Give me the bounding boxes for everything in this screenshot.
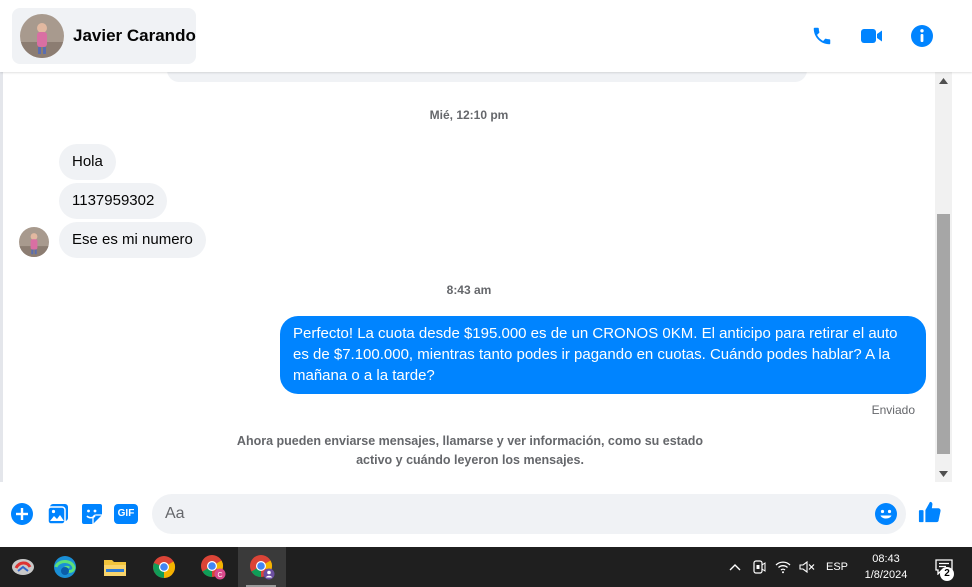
svg-text:C: C — [217, 572, 222, 579]
phone-icon[interactable] — [810, 24, 834, 48]
gallery-icon[interactable] — [46, 502, 70, 526]
message-thread[interactable]: Mié, 12:10 pm Hola 1137959302 Ese es mi … — [3, 72, 935, 482]
edge-browser-icon[interactable] — [42, 547, 88, 587]
incoming-message[interactable]: 1137959302 — [59, 183, 168, 219]
start-menu-icon[interactable] — [0, 547, 46, 587]
gif-icon[interactable]: GIF — [114, 502, 138, 526]
like-icon[interactable] — [918, 500, 942, 524]
contact-avatar-small[interactable] — [19, 227, 49, 257]
timestamp: Mié, 12:10 pm — [429, 108, 509, 122]
outgoing-message[interactable]: Perfecto! La cuota desde $195.000 es de … — [280, 316, 926, 394]
sent-status: Enviado — [871, 403, 915, 417]
timestamp: 8:43 am — [446, 283, 492, 297]
right-gutter — [952, 72, 972, 547]
meet-now-icon[interactable] — [748, 547, 770, 587]
chat-header: Javier Carando — [0, 0, 972, 72]
scroll-down-arrow-icon[interactable] — [935, 465, 952, 482]
emoji-icon[interactable] — [874, 502, 898, 526]
language-indicator[interactable]: ESP — [822, 547, 852, 587]
clock-time: 08:43 — [872, 553, 900, 565]
previous-message-bubble — [167, 72, 807, 82]
plus-icon[interactable] — [10, 502, 34, 526]
message-input[interactable] — [152, 494, 872, 534]
windows-taskbar: C ESP 08:43 1/8/2024 2 — [0, 547, 972, 587]
gif-label: GIF — [117, 508, 135, 519]
message-input-wrapper — [152, 494, 906, 534]
incoming-message[interactable]: Ese es mi numero — [59, 222, 206, 258]
connection-notice: Ahora pueden enviarse mensajes, llamarse… — [236, 434, 704, 467]
video-call-icon[interactable] — [860, 24, 884, 48]
chrome-icon[interactable] — [141, 547, 187, 587]
chrome-active-window-icon[interactable] — [238, 547, 286, 587]
contact-name: Javier Carando — [73, 26, 196, 45]
message-composer: GIF — [0, 482, 972, 547]
chrome-profile-icon[interactable]: C — [190, 547, 236, 587]
speaker-muted-icon[interactable] — [796, 547, 818, 587]
info-icon[interactable] — [910, 24, 934, 48]
scroll-up-arrow-icon[interactable] — [935, 72, 952, 89]
contact-profile-button[interactable]: Javier Carando — [12, 8, 196, 64]
sticker-icon[interactable] — [80, 502, 104, 526]
system-clock[interactable]: 08:43 1/8/2024 — [854, 551, 918, 583]
file-explorer-icon[interactable] — [92, 547, 138, 587]
wifi-icon[interactable] — [772, 547, 794, 587]
notification-count-badge: 2 — [940, 567, 954, 581]
chevron-up-icon[interactable] — [724, 547, 746, 587]
incoming-message[interactable]: Hola — [59, 144, 116, 180]
thread-scrollbar[interactable] — [935, 72, 952, 482]
scroll-thumb[interactable] — [937, 214, 950, 454]
contact-avatar — [20, 14, 64, 58]
clock-date: 1/8/2024 — [864, 569, 908, 581]
